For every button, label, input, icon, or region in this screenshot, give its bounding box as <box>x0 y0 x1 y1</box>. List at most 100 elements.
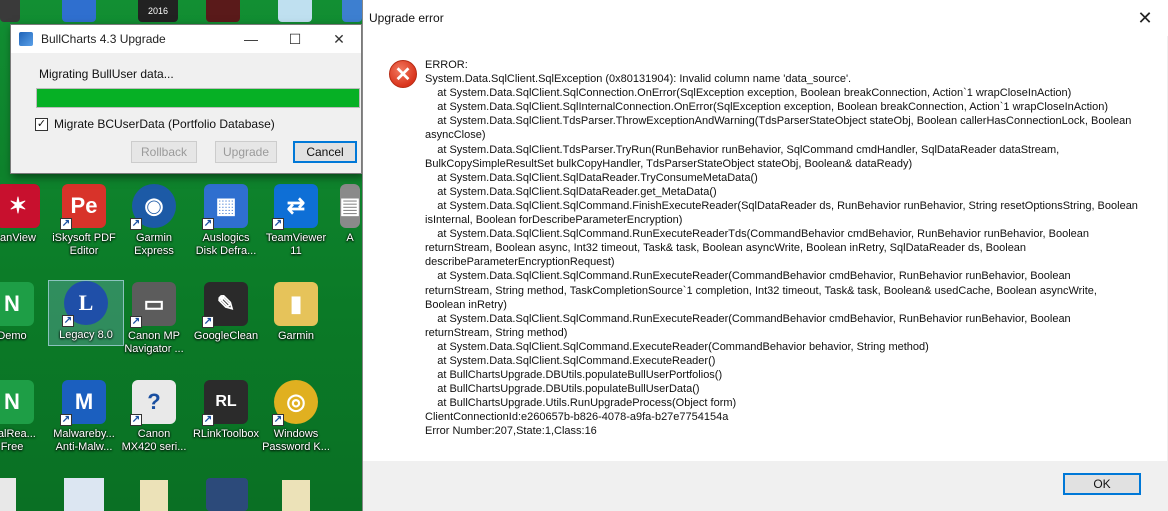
error-message-text: ERROR: System.Data.SqlClient.SqlException… <box>425 58 1165 439</box>
shortcut-arrow-icon: ↗ <box>62 315 74 327</box>
error-icon: ✕ <box>389 60 417 88</box>
minimize-button[interactable]: — <box>229 25 273 53</box>
folder-icon[interactable] <box>140 480 168 511</box>
partial-file-icon[interactable] <box>0 478 16 511</box>
splatter-icon: ✶ <box>0 184 40 228</box>
error-line: ERROR: <box>425 59 468 71</box>
desktop-icon-garmin-folder[interactable]: ▮ Garmin <box>258 282 334 343</box>
desktop-icon-neuralreader[interactable]: N uralRea... Free <box>0 380 50 454</box>
upgrade-error-dialog: Upgrade error ✕ ✕ ERROR: System.Data.SqlC… <box>362 0 1168 511</box>
bullcharts-app-icon <box>19 32 33 46</box>
desktop-icon-legacy[interactable]: L ↗ Legacy 8.0 <box>48 280 124 346</box>
desktop-icon-iskysoft[interactable]: Pe ↗ iSkysoft PDF Editor <box>46 184 122 258</box>
close-icon[interactable]: ✕ <box>1122 0 1168 36</box>
shield-app-icon[interactable] <box>62 0 96 22</box>
error-line: returnStream, String method, TaskComplet… <box>425 284 1097 297</box>
error-line: Boolean inRetry) <box>425 298 507 311</box>
desktop-icon-googleclean[interactable]: ✎ ↗ GoogleClean <box>188 282 264 343</box>
error-line: at System.Data.SqlClient.SqlDataReader.T… <box>425 171 758 184</box>
shortcut-arrow-icon: ↗ <box>202 218 214 230</box>
top-taskbar-strip: 2016 <box>0 0 362 26</box>
disk-defrag-icon: ▦ ↗ <box>202 184 248 230</box>
error-line: at System.Data.SqlClient.SqlCommand.RunE… <box>425 270 1071 283</box>
folder-icon: ▮ <box>274 282 318 326</box>
progress-bar <box>36 88 360 108</box>
shortcut-arrow-icon: ↗ <box>202 316 214 328</box>
error-line: describeParameterEncryptionRequest) <box>425 256 615 269</box>
error-message-area: ✕ ERROR: System.Data.SqlClient.SqlExcepti… <box>363 36 1167 461</box>
error-line: at System.Data.SqlClient.SqlCommand.RunE… <box>425 312 1071 325</box>
cancel-button[interactable]: Cancel <box>293 141 357 163</box>
garmin-pin-icon: ◉ ↗ <box>130 184 176 230</box>
error-line: at BullChartsUpgrade.DBUtils.populateBul… <box>425 383 700 396</box>
camera-icon[interactable] <box>206 478 248 511</box>
rollback-button[interactable]: Rollback <box>131 141 197 163</box>
error-line: at System.Data.SqlClient.SqlDataReader.g… <box>425 185 717 198</box>
desktop-icon-windows-password[interactable]: ◎ ↗ Windows Password K... <box>258 380 334 454</box>
error-line: at System.Data.SqlClient.SqlCommand.RunE… <box>425 228 1090 241</box>
network-app-icon[interactable] <box>278 0 312 22</box>
error-line: Error Number:207,State:1,Class:16 <box>425 425 597 438</box>
desktop-icon-canon-mp[interactable]: ▭ ↗ Canon MP Navigator ... <box>116 282 192 356</box>
shortcut-arrow-icon: ↗ <box>60 414 72 426</box>
error-line: at System.Data.SqlClient.SqlCommand.Exec… <box>425 340 929 353</box>
legacy-logo-icon: L ↗ <box>62 281 108 327</box>
error-line: at System.Data.SqlClient.SqlCommand.Exec… <box>425 354 716 367</box>
error-line: at System.Data.SqlClient.SqlCommand.Fini… <box>425 199 1138 212</box>
desktop-icon-malwarebytes[interactable]: M ↗ Malwareby... Anti-Malw... <box>46 380 122 454</box>
shortcut-arrow-icon: ↗ <box>130 316 142 328</box>
arrow-icon[interactable] <box>0 0 20 22</box>
error-dialog-titlebar: Upgrade error ✕ <box>363 0 1168 36</box>
maximize-button[interactable]: ☐ <box>273 25 317 53</box>
folder-icon[interactable] <box>282 480 310 511</box>
scanner-icon: ▭ ↗ <box>130 282 176 328</box>
shortcut-arrow-icon: ↗ <box>60 218 72 230</box>
desktop-icon-auslogics[interactable]: ▦ ↗ Auslogics Disk Defra... <box>188 184 264 258</box>
desktop-icon-rlinktoolbox[interactable]: RL ↗ RLinkToolbox <box>188 380 264 441</box>
pdf-app-icon[interactable] <box>206 0 240 22</box>
error-line: at System.Data.SqlClient.TdsParser.Throw… <box>425 115 1132 128</box>
year-badge-icon[interactable]: 2016 <box>138 0 178 22</box>
pdf-editor-icon: Pe ↗ <box>60 184 106 230</box>
desktop-icon-teamviewer[interactable]: ⇄ ↗ TeamViewer 11 <box>258 184 334 258</box>
error-line: at BullChartsUpgrade.Utils.RunUpgradePro… <box>425 397 737 410</box>
shortcut-arrow-icon: ↗ <box>202 414 214 426</box>
error-line: asyncClose) <box>425 129 486 142</box>
shortcut-arrow-icon: ↗ <box>130 218 142 230</box>
error-line: isInternal, Boolean forDescribeParameter… <box>425 214 683 227</box>
bullcharts-upgrade-window: BullCharts 4.3 Upgrade — ☐ ✕ Migrating B… <box>10 24 362 174</box>
ninja-trader-icon: N <box>0 282 34 326</box>
desktop-icon-canon-mx420[interactable]: ? ↗ Canon MX420 seri... <box>116 380 192 454</box>
broom-icon: ✎ ↗ <box>202 282 248 328</box>
key-lock-icon: ◎ ↗ <box>272 380 318 426</box>
migrate-checkbox[interactable]: ✓ <box>35 117 48 131</box>
progress-bar-fill <box>37 89 359 107</box>
error-line: ClientConnectionId:e260657b-b826-4078-a9… <box>425 411 729 424</box>
error-line: BulkCopySimpleResultSet bulkCopyHandler,… <box>425 157 913 170</box>
error-line: at System.Data.SqlClient.SqlConnection.O… <box>425 87 1072 100</box>
desktop-icon-partial[interactable]: ▤ A <box>330 184 362 245</box>
teamviewer-icon: ⇄ ↗ <box>272 184 318 230</box>
shortcut-arrow-icon: ↗ <box>130 414 142 426</box>
migrate-checkbox-label: Migrate BCUserData (Portfolio Database) <box>54 117 275 131</box>
upgrade-button[interactable]: Upgrade <box>215 141 277 163</box>
help-document-icon: ? ↗ <box>130 380 176 426</box>
desktop-icon-garmin-express[interactable]: ◉ ↗ Garmin Express <box>116 184 192 258</box>
error-line: at System.Data.SqlClient.TdsParser.TryRu… <box>425 143 1060 156</box>
close-button[interactable]: ✕ <box>317 25 361 53</box>
error-line: returnStream, Boolean async, Int32 timeo… <box>425 242 1027 255</box>
malwarebytes-icon: M ↗ <box>60 380 106 426</box>
migrate-checkbox-row[interactable]: ✓ Migrate BCUserData (Portfolio Database… <box>35 117 275 131</box>
ok-button[interactable]: OK <box>1063 473 1141 495</box>
error-line: System.Data.SqlClient.SqlException (0x80… <box>425 73 852 86</box>
error-line: returnStream, String method) <box>425 326 568 339</box>
database-icon: ▤ <box>340 184 360 228</box>
window-title: BullCharts 4.3 Upgrade <box>41 32 166 46</box>
dialog-title: Upgrade error <box>369 11 444 25</box>
status-text: Migrating BullUser data... <box>39 67 174 81</box>
desktop-icon-demo[interactable]: N Demo <box>0 282 50 343</box>
word-document-icon[interactable] <box>64 478 104 511</box>
shortcut-arrow-icon: ↗ <box>272 414 284 426</box>
app-icon[interactable] <box>342 0 362 22</box>
ninja-trader-icon: N <box>0 380 34 424</box>
